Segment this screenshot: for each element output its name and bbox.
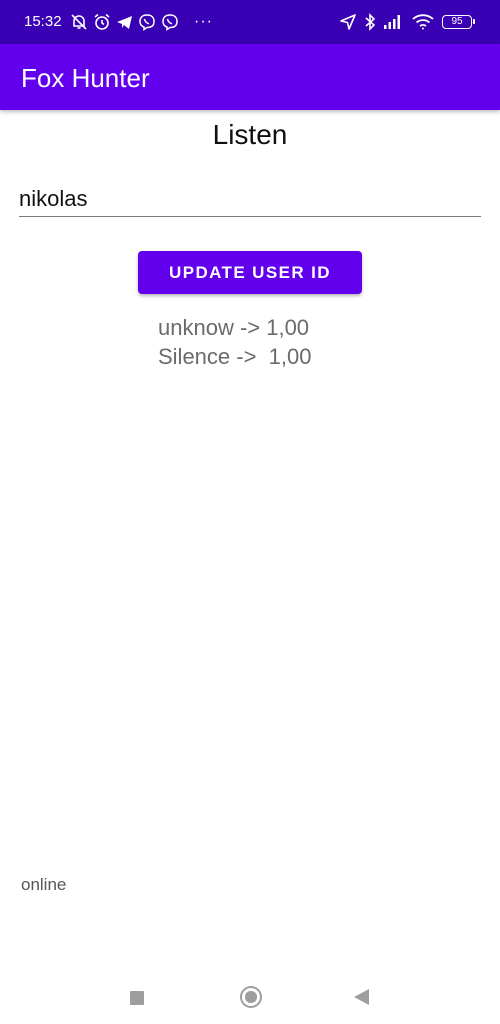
battery-level: 95 bbox=[451, 16, 463, 27]
recents-icon[interactable] bbox=[130, 991, 144, 1005]
bluetooth-icon bbox=[364, 13, 376, 31]
home-icon[interactable] bbox=[240, 986, 262, 1008]
result-line: Silence -> 1,00 bbox=[158, 344, 312, 369]
back-icon[interactable] bbox=[354, 989, 369, 1005]
connection-status: online bbox=[21, 875, 67, 894]
wifi-icon bbox=[412, 14, 434, 30]
more-notifications-icon: ··· bbox=[194, 13, 213, 30]
result-line: unknow -> 1,00 bbox=[158, 315, 310, 340]
status-bar: 15:32 ··· 95 bbox=[0, 0, 500, 44]
status-time: 15:32 bbox=[24, 13, 62, 30]
battery-icon: 95 bbox=[442, 15, 475, 29]
update-user-id-button[interactable]: UPDATE USER ID bbox=[138, 251, 362, 294]
user-id-input[interactable] bbox=[19, 182, 481, 217]
alarm-icon bbox=[93, 13, 111, 31]
page-heading: Listen bbox=[212, 119, 288, 150]
signal-icon bbox=[384, 15, 404, 29]
viber-icon bbox=[138, 13, 156, 31]
app-bar: Fox Hunter bbox=[0, 44, 500, 110]
status-right-icons: 95 bbox=[340, 12, 475, 32]
app-title: Fox Hunter bbox=[21, 63, 150, 93]
status-left-icons: ··· bbox=[70, 12, 213, 32]
telegram-icon bbox=[116, 14, 133, 31]
notifications-off-icon bbox=[70, 13, 88, 31]
viber-icon bbox=[161, 13, 179, 31]
navigation-bar bbox=[0, 970, 500, 1024]
location-arrow-icon bbox=[340, 14, 356, 30]
